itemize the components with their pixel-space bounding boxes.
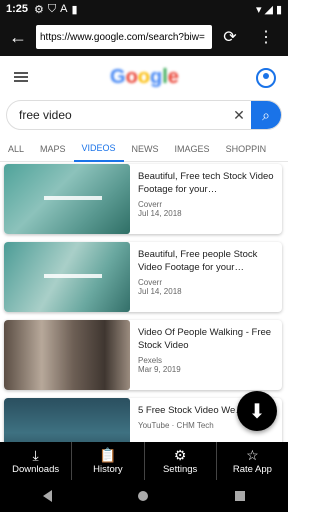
result-date: Jul 14, 2018 <box>138 287 182 296</box>
result-date: Jul 14, 2018 <box>138 209 182 218</box>
star-icon: ☆ <box>246 446 259 463</box>
result-title: Beautiful, Free people Stock Video Foota… <box>138 249 258 273</box>
result-source: Pexels <box>138 356 163 365</box>
account-icon[interactable] <box>256 68 276 88</box>
menu-icon[interactable] <box>14 72 28 82</box>
nav-label: Settings <box>162 463 198 475</box>
more-vert-icon[interactable]: ⋮ <box>248 18 284 56</box>
nav-label: Downloads <box>12 463 60 475</box>
signal-icon: ◢ <box>264 3 273 16</box>
tab-all[interactable]: ALL <box>0 136 32 162</box>
google-header: Google <box>0 56 288 100</box>
tab-maps[interactable]: MAPS <box>32 136 74 162</box>
result-title: Beautiful, Free tech Stock Video Footage… <box>138 171 274 195</box>
bottom-nav: ⤓ Downloads 📋 History ⚙ Settings ☆ Rate … <box>0 442 288 480</box>
status-time: 1:25 <box>6 3 29 15</box>
a-icon: A <box>60 3 68 15</box>
search-icon[interactable]: ⌕ <box>251 101 281 129</box>
shield-icon: ⛉ <box>47 2 57 15</box>
search-tabs: ALL MAPS VIDEOS NEWS IMAGES SHOPPIN <box>0 136 288 162</box>
refresh-icon[interactable]: ⟳ <box>212 18 248 56</box>
nav-label: Rate App <box>232 463 272 475</box>
video-result-card[interactable]: Beautiful, Free tech Stock Video Footage… <box>4 164 282 234</box>
download-tray-icon: ⤓ <box>32 446 39 463</box>
video-thumbnail[interactable] <box>4 242 130 312</box>
nav-history[interactable]: 📋 History <box>72 442 145 480</box>
nav-downloads[interactable]: ⤓ Downloads <box>0 442 73 480</box>
battery-icon: ▮ <box>275 3 282 16</box>
clipboard-icon: 📋 <box>99 446 117 463</box>
result-source: Coverr <box>138 278 163 287</box>
clear-icon[interactable]: ✕ <box>227 107 251 124</box>
nav-label: History <box>93 463 123 475</box>
video-thumbnail[interactable] <box>4 164 130 234</box>
search-input[interactable]: free video <box>7 108 227 122</box>
nav-rate-app[interactable]: ☆ Rate App <box>217 442 288 480</box>
gear-icon: ⚙ <box>34 3 44 16</box>
video-thumbnail[interactable] <box>4 398 130 442</box>
gear-icon: ⚙ <box>173 446 187 463</box>
tab-shopping[interactable]: SHOPPIN <box>218 136 275 162</box>
url-text: https://www.google.com/search?biw= <box>40 31 205 43</box>
result-date: Mar 9, 2019 <box>138 365 181 374</box>
nav-settings[interactable]: ⚙ Settings <box>145 442 217 480</box>
status-bar: 1:25 ⚙ ⛉ A ▮ ▾ ◢ ▮ <box>0 0 288 18</box>
system-nav-bar <box>0 480 288 512</box>
system-back-icon[interactable] <box>43 490 53 502</box>
browser-toolbar: ← https://www.google.com/search?biw= ⟳ ⋮ <box>0 18 288 56</box>
google-logo: Google <box>110 66 179 88</box>
google-search-bar[interactable]: free video ✕ ⌕ <box>6 100 282 130</box>
video-result-card[interactable]: Video Of People Walking - Free Stock Vid… <box>4 320 282 390</box>
wifi-icon: ▾ <box>255 3 262 16</box>
back-arrow-icon[interactable]: ← <box>0 18 36 56</box>
video-result-card[interactable]: Beautiful, Free people Stock Video Foota… <box>4 242 282 312</box>
download-fab[interactable]: ⬇ <box>237 391 277 431</box>
tab-videos[interactable]: VIDEOS <box>73 136 124 162</box>
sdcard-icon: ▮ <box>71 3 78 16</box>
url-input[interactable]: https://www.google.com/search?biw= <box>36 25 212 49</box>
web-content: Google free video ✕ ⌕ ALL MAPS VIDEOS NE… <box>0 56 288 442</box>
result-title: Video Of People Walking - Free Stock Vid… <box>138 327 272 351</box>
tab-images[interactable]: IMAGES <box>167 136 218 162</box>
result-source: Coverr <box>138 200 163 209</box>
video-thumbnail[interactable] <box>4 320 130 390</box>
tab-news[interactable]: NEWS <box>124 136 167 162</box>
download-icon: ⬇ <box>248 400 266 423</box>
system-home-icon[interactable] <box>138 491 149 501</box>
system-recents-icon[interactable] <box>234 491 245 501</box>
